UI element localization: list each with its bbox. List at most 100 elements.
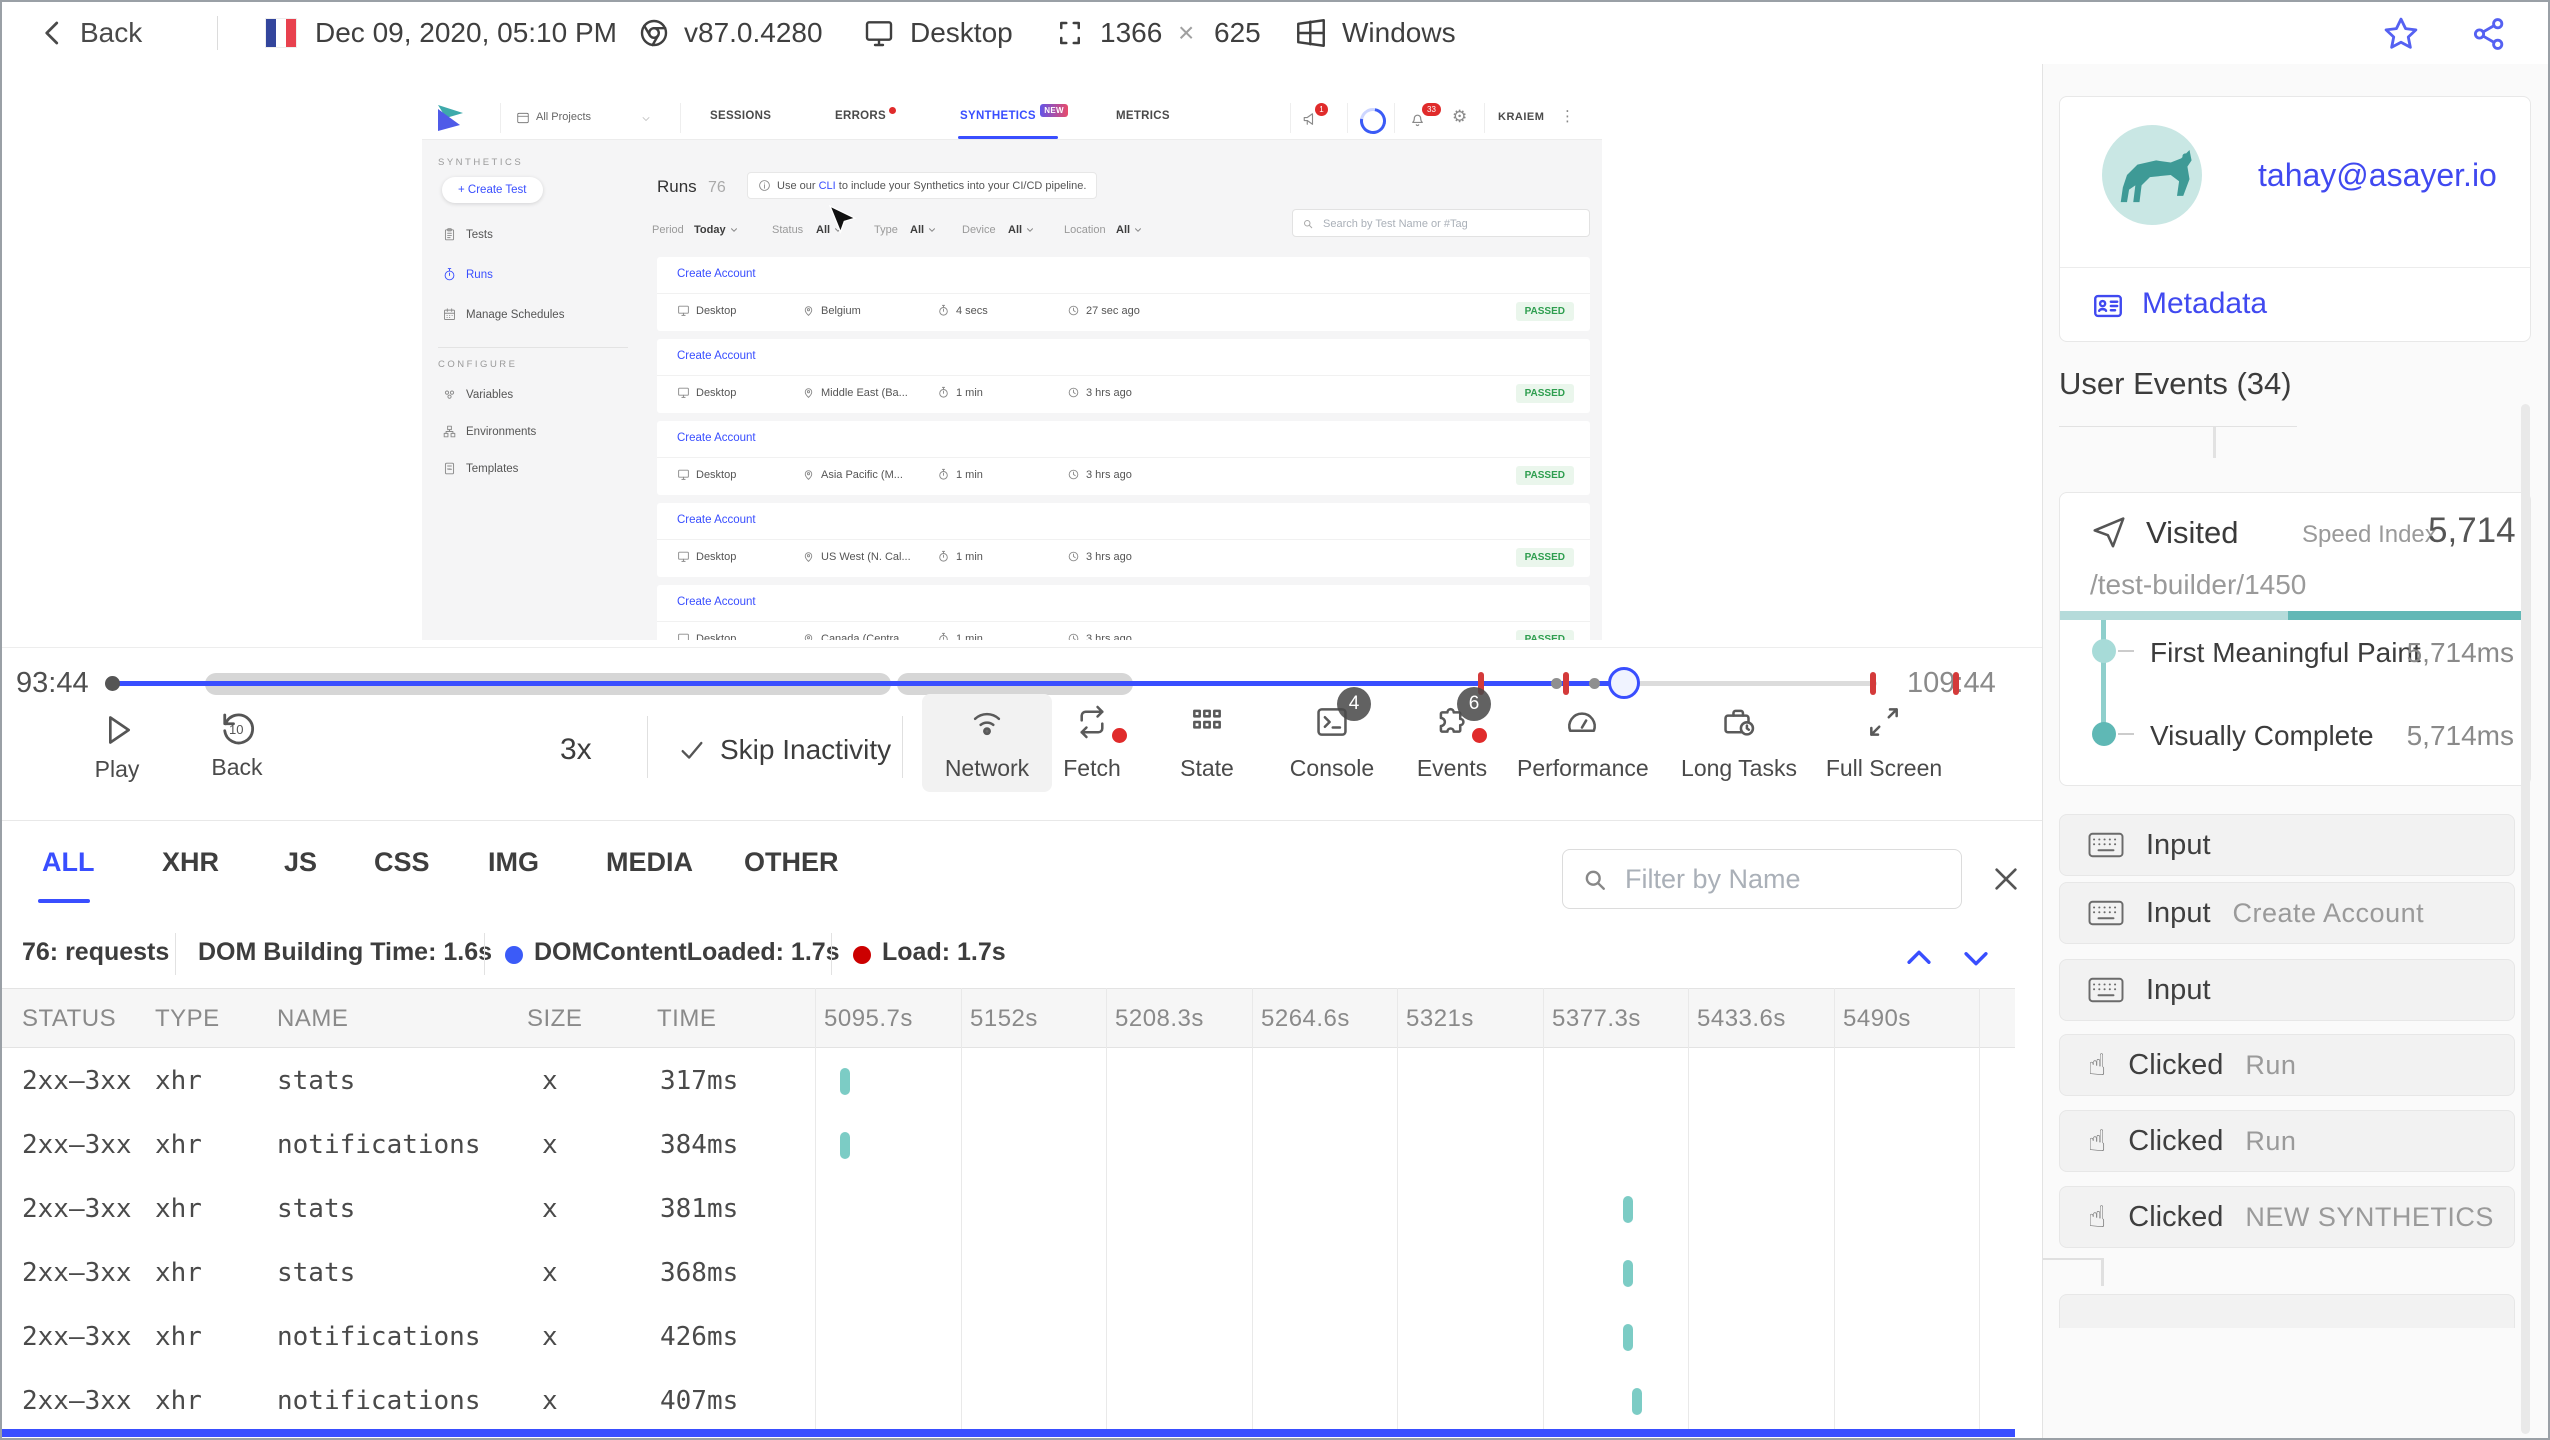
test-search-input[interactable]	[1321, 211, 1585, 237]
network-tab-js[interactable]: JS	[284, 847, 317, 878]
visited-event-card[interactable]: Visited Speed Index 5,714 /test-builder/…	[2059, 492, 2531, 786]
close-panel-icon[interactable]	[1990, 863, 2022, 895]
network-row[interactable]: 2xx–3xx xhr stats x 317ms	[2, 1049, 2015, 1113]
filter-value-type[interactable]: All	[910, 224, 937, 236]
divider	[831, 933, 832, 975]
panel-button-performance[interactable]: Performance	[1517, 703, 1649, 782]
network-tab-media[interactable]: MEDIA	[606, 847, 693, 878]
back-chevron-icon[interactable]	[38, 18, 68, 48]
panel-button-long-tasks[interactable]: Long Tasks	[1674, 703, 1804, 782]
event-connector	[2059, 426, 2297, 427]
network-tab-css[interactable]: CSS	[374, 847, 430, 878]
templates-icon	[444, 462, 455, 475]
user-menu[interactable]: KRAIEM	[1498, 111, 1544, 123]
back-10s-button[interactable]: 10 Back	[202, 708, 272, 781]
share-icon[interactable]	[2470, 15, 2508, 53]
network-row[interactable]: 2xx–3xx xhr stats x 381ms	[2, 1177, 2015, 1241]
user-event-card[interactable]: ☝ Clicked Run	[2059, 1110, 2515, 1172]
playhead-handle[interactable]	[1608, 667, 1640, 699]
app-tab-metrics[interactable]: METRICS	[1116, 110, 1170, 122]
test-search-box[interactable]	[1292, 209, 1590, 237]
load-dot	[853, 946, 871, 964]
back-button[interactable]: Back	[80, 17, 142, 49]
cell-size: x	[542, 1194, 558, 1224]
user-event-card[interactable]: ☝ Clicked NEW SYNTHETICS	[2059, 1186, 2515, 1248]
run-test-name[interactable]: Create Account	[677, 350, 756, 362]
network-row[interactable]: 2xx–3xx xhr stats x 368ms	[2, 1241, 2015, 1305]
sidebar-item-manage-schedules[interactable]: Manage Schedules	[442, 307, 564, 322]
filter-by-name-input[interactable]	[1623, 854, 1947, 904]
run-test-name[interactable]: Create Account	[677, 514, 756, 526]
filter-value-location[interactable]: All	[1116, 224, 1143, 236]
cell-status: 2xx–3xx	[22, 1066, 132, 1096]
run-card[interactable]: Create Account Desktop Belgium 4 secs 27 sec…	[657, 257, 1590, 331]
network-tab-img[interactable]: IMG	[488, 847, 539, 878]
app-tab-synthetics[interactable]: SYNTHETICS NEW	[960, 104, 1068, 122]
filter-value-device[interactable]: All	[1008, 224, 1035, 236]
panel-button-console[interactable]: 4 Console	[1267, 687, 1397, 782]
run-duration: 1 min	[937, 632, 983, 640]
column-header-time[interactable]: TIME	[657, 1005, 716, 1033]
metric-value: 5,714ms	[2406, 720, 2514, 751]
sidebar-item-environments[interactable]: Environments	[442, 424, 536, 439]
network-tab-all[interactable]: ALL	[42, 847, 94, 878]
user-event-card[interactable]: Input Create Account	[2059, 882, 2515, 944]
jump-down-icon[interactable]	[1957, 941, 1995, 975]
metadata-button[interactable]: Metadata	[2142, 287, 2267, 321]
column-header-size[interactable]: SIZE	[527, 1005, 582, 1033]
sidebar-item-tests[interactable]: Tests	[442, 227, 493, 242]
run-card[interactable]: Create Account Desktop Middle East (Ba... 1…	[657, 339, 1590, 413]
jump-up-icon[interactable]	[1900, 941, 1938, 975]
network-row[interactable]: 2xx–3xx xhr notifications x 407ms	[2, 1369, 2015, 1433]
run-card[interactable]: Create Account Desktop US West (N. Cal... 1…	[657, 503, 1590, 577]
sidebar-item-variables[interactable]: Variables	[442, 387, 513, 402]
metric-dot	[2092, 722, 2116, 746]
create-test-button[interactable]: + Create Test	[442, 177, 543, 203]
sidebar-item-templates[interactable]: Templates	[442, 461, 518, 476]
timeline-event-marker[interactable]	[1563, 672, 1569, 695]
filter-box[interactable]	[1562, 849, 1962, 909]
network-row[interactable]: 2xx–3xx xhr notifications x 426ms	[2, 1305, 2015, 1369]
chevron-down-icon[interactable]	[640, 113, 652, 125]
run-test-name[interactable]: Create Account	[677, 596, 756, 608]
network-tab-other[interactable]: OTHER	[744, 847, 839, 878]
cell-type: xhr	[155, 1066, 202, 1096]
settings-gear-icon[interactable]: ⚙	[1452, 107, 1467, 127]
panel-button-state[interactable]: State	[1142, 703, 1272, 782]
run-duration: 4 secs	[937, 304, 988, 317]
run-test-name[interactable]: Create Account	[677, 432, 756, 444]
favorite-star-icon[interactable]	[2382, 15, 2420, 53]
variables-icon	[444, 390, 455, 399]
timeline-event-marker[interactable]	[1870, 672, 1876, 695]
project-selector[interactable]: All Projects	[536, 111, 591, 123]
panel-button-full-screen[interactable]: Full Screen	[1819, 703, 1949, 782]
speed-button[interactable]: 3x	[560, 733, 592, 767]
user-event-card[interactable]: Input	[2059, 814, 2515, 876]
page-load-bar-light	[2060, 611, 2288, 620]
network-row[interactable]: 2xx–3xx xhr notifications x 384ms	[2, 1113, 2015, 1177]
play-button[interactable]: Play	[82, 710, 152, 783]
user-event-card[interactable]: ☝ Clicked Run	[2059, 1034, 2515, 1096]
panel-button-events[interactable]: 6 Events	[1387, 687, 1517, 782]
player-timeline-section: 93:44 109:44 Play 10 Back 3x Skip Inacti…	[2, 647, 2042, 821]
column-header-name[interactable]: NAME	[277, 1005, 348, 1033]
run-test-name[interactable]: Create Account	[677, 268, 756, 280]
run-card[interactable]: Create Account Desktop Asia Pacific (M... 1…	[657, 421, 1590, 495]
panel-button-fetch[interactable]: Fetch	[1027, 703, 1157, 782]
user-email[interactable]: tahay@asayer.io	[2258, 157, 2497, 194]
filter-value-period[interactable]: Today	[694, 224, 739, 236]
sidebar-item-runs[interactable]: Runs	[442, 267, 493, 282]
network-tab-xhr[interactable]: XHR	[162, 847, 219, 878]
skip-inactivity-toggle[interactable]: Skip Inactivity	[678, 734, 891, 766]
column-header-type[interactable]: TYPE	[155, 1005, 220, 1033]
kebab-menu-icon[interactable]: ⋮	[1560, 107, 1575, 125]
column-header-status[interactable]: STATUS	[22, 1005, 116, 1033]
run-card[interactable]: Create Account Desktop Canada (Centra... 1 …	[657, 585, 1590, 640]
app-tab-sessions[interactable]: SESSIONS	[710, 110, 771, 122]
divider	[484, 933, 485, 975]
app-tab-errors[interactable]: ERRORS	[835, 107, 897, 122]
network-scrollbar[interactable]	[2, 1429, 2015, 1437]
user-event-card[interactable]: Input	[2059, 959, 2515, 1021]
sidebar-scrollbar[interactable]	[2521, 404, 2530, 1434]
cli-link[interactable]: CLI	[819, 180, 836, 192]
